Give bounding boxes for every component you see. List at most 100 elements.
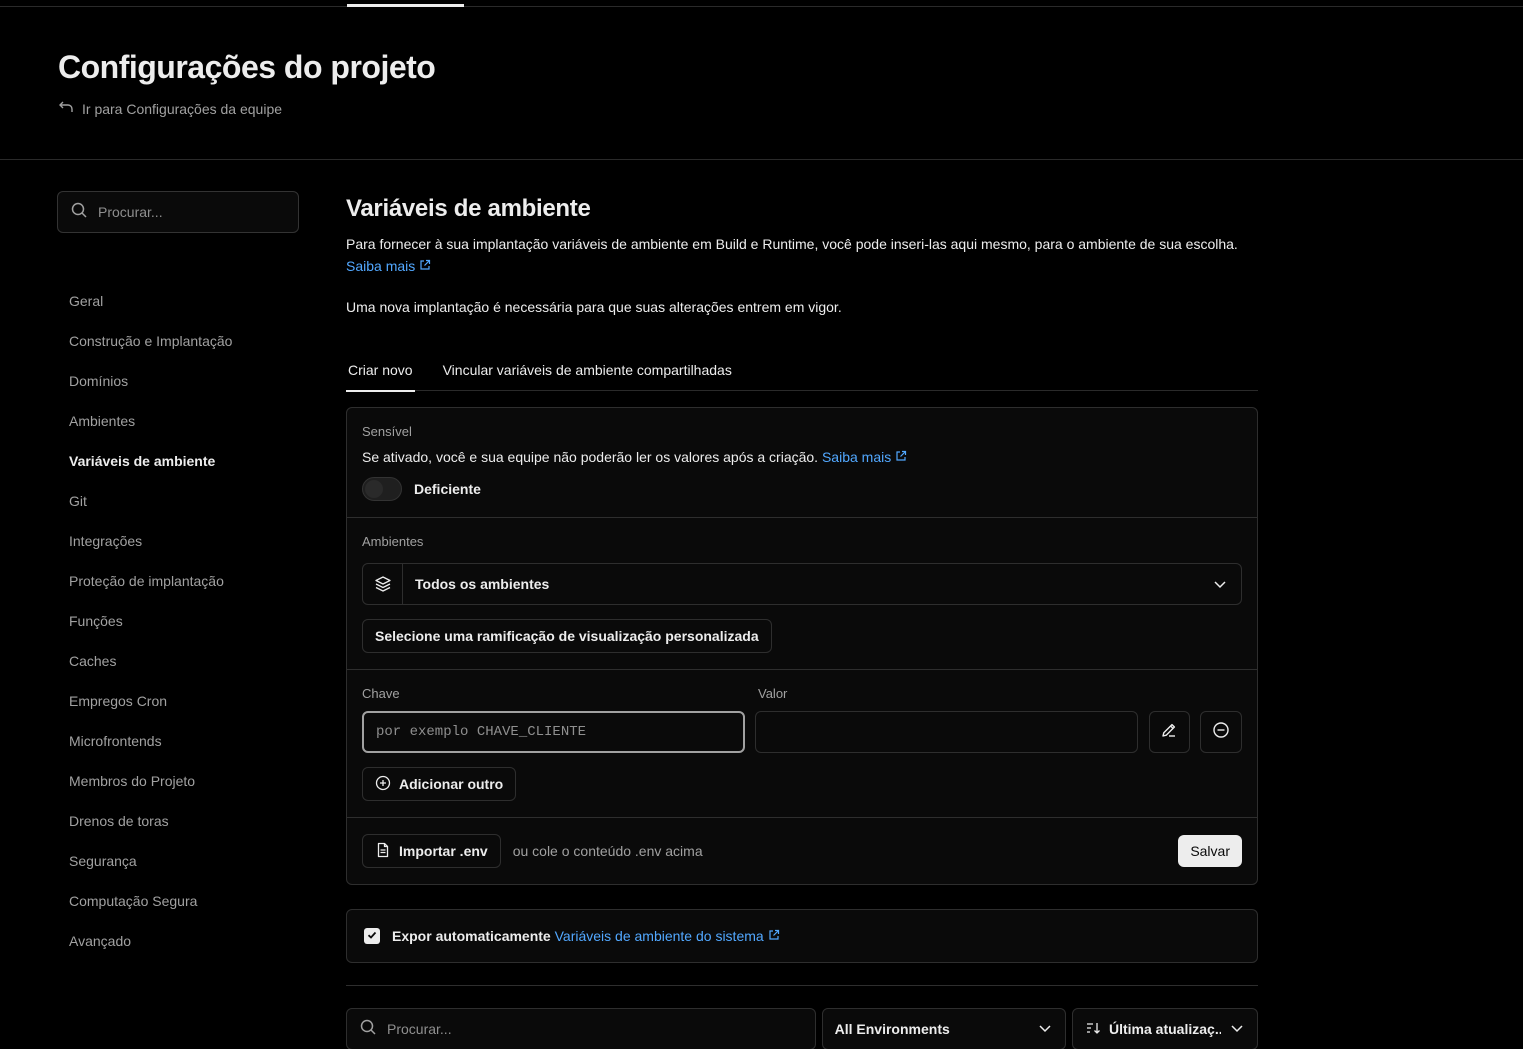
- sensitive-description-text: Se ativado, você e sua equipe não poderã…: [362, 449, 819, 465]
- custom-branch-button[interactable]: Selecione uma ramificação de visualizaçã…: [362, 619, 772, 653]
- sort-value: Última atualizaç...: [1109, 1021, 1221, 1037]
- external-link-icon: [895, 449, 907, 465]
- sidebar-item-log-drains[interactable]: Drenos de toras: [57, 801, 299, 841]
- back-arrow-icon: [58, 99, 74, 118]
- sidebar-item-env-variables[interactable]: Variáveis de ambiente: [57, 441, 299, 481]
- expose-checkbox[interactable]: [364, 928, 380, 944]
- search-icon: [359, 1018, 377, 1041]
- sensitive-label: Sensível: [362, 424, 412, 439]
- sidebar-item-security[interactable]: Segurança: [57, 841, 299, 881]
- team-settings-link-label: Ir para Configurações da equipe: [82, 100, 283, 117]
- sensitive-section: Sensível Se ativado, você e sua equipe n…: [347, 408, 1257, 518]
- sensitive-description: Se ativado, você e sua equipe não poderã…: [362, 449, 1242, 465]
- system-vars-link[interactable]: Variáveis de ambiente do sistema: [555, 928, 780, 944]
- external-link-icon: [419, 255, 431, 277]
- key-input[interactable]: [362, 711, 746, 753]
- card-footer: Importar .env ou cole o conteúdo .env ac…: [347, 818, 1257, 884]
- environments-select[interactable]: Todos os ambientes: [362, 563, 1242, 605]
- add-another-label: Adicionar outro: [399, 776, 504, 792]
- sidebar-item-advanced[interactable]: Avançado: [57, 921, 299, 961]
- sidebar-item-environments[interactable]: Ambientes: [57, 401, 299, 441]
- sidebar-search-input[interactable]: [98, 204, 278, 220]
- kv-labels: Chave Valor: [362, 686, 1242, 701]
- team-settings-link[interactable]: Ir para Configurações da equipe: [58, 99, 282, 118]
- section-description: Para fornecer à sua implantação variávei…: [346, 233, 1258, 277]
- learn-more-label: Saiba mais: [346, 258, 416, 274]
- sort-icon: [1085, 1020, 1101, 1039]
- sort-select[interactable]: Última atualizaç...: [1072, 1008, 1258, 1049]
- expose-system-vars-row: Expor automaticamente Variáveis de ambie…: [346, 909, 1258, 963]
- chevron-down-icon: [1037, 1020, 1053, 1039]
- add-another-button[interactable]: Adicionar outro: [362, 767, 517, 801]
- create-env-card: Sensível Se ativado, você e sua equipe n…: [346, 407, 1258, 885]
- sort-left: Última atualizaç...: [1085, 1020, 1221, 1039]
- redeploy-note: Uma nova implantação é necessária para q…: [346, 299, 842, 315]
- sidebar-item-build-deploy[interactable]: Construção e Implantação: [57, 321, 299, 361]
- chevron-down-icon: [1229, 1020, 1245, 1039]
- file-icon: [375, 842, 391, 861]
- system-vars-link-label: Variáveis de ambiente do sistema: [554, 928, 764, 944]
- sidebar-search[interactable]: [57, 191, 299, 233]
- sidebar-item-cron-jobs[interactable]: Empregos Cron: [57, 681, 299, 721]
- sidebar-item-deployment-protection[interactable]: Proteção de implantação: [57, 561, 299, 601]
- sidebar-item-functions[interactable]: Funções: [57, 601, 299, 641]
- plus-circle-icon: [375, 775, 391, 794]
- value-label: Valor: [758, 686, 788, 701]
- environments-label: Ambientes: [362, 534, 424, 549]
- page-header: Configurações do projeto Ir para Configu…: [0, 7, 1523, 160]
- key-label: Chave: [362, 686, 400, 701]
- key-value-section: Chave Valor Adicionar outro: [347, 670, 1257, 818]
- sensitive-learn-more-label: Saiba mais: [821, 449, 892, 465]
- env-search[interactable]: [346, 1008, 816, 1049]
- settings-sidebar: Geral Construção e Implantação Domínios …: [57, 191, 299, 961]
- remove-row-button[interactable]: [1200, 711, 1242, 753]
- sidebar-nav: Geral Construção e Implantação Domínios …: [57, 281, 299, 961]
- save-button[interactable]: Salvar: [1178, 835, 1242, 867]
- footer-left: Importar .env ou cole o conteúdo .env ac…: [362, 834, 703, 868]
- edit-button[interactable]: [1148, 711, 1191, 753]
- section-title: Variáveis de ambiente: [346, 195, 591, 222]
- environment-filter-value: All Environments: [834, 1021, 950, 1037]
- environments-selected-value: Todos os ambientes: [415, 576, 550, 592]
- chevron-down-icon: [1199, 576, 1241, 592]
- add-row-container: Adicionar outro: [362, 767, 1242, 801]
- expose-label: Expor automaticamente: [392, 928, 551, 944]
- layers-icon: [363, 564, 403, 604]
- external-link-icon: [768, 928, 780, 944]
- sidebar-item-domains[interactable]: Domínios: [57, 361, 299, 401]
- sensitive-toggle-label: Deficiente: [414, 481, 481, 497]
- minus-circle-icon: [1212, 721, 1230, 744]
- tab-create-new[interactable]: Criar novo: [346, 349, 415, 392]
- sidebar-item-integrations[interactable]: Integrações: [57, 521, 299, 561]
- sidebar-item-project-members[interactable]: Membros do Projeto: [57, 761, 299, 801]
- main-content: Variáveis de ambiente Para fornecer à su…: [346, 195, 1258, 1049]
- sensitive-toggle[interactable]: [362, 477, 402, 501]
- value-input[interactable]: [755, 711, 1138, 753]
- learn-more-link[interactable]: Saiba mais: [346, 255, 431, 277]
- check-icon: [366, 928, 378, 944]
- page-title: Configurações do projeto: [58, 49, 436, 85]
- pencil-icon: [1160, 721, 1178, 744]
- tab-link-shared[interactable]: Vincular variáveis de ambiente compartil…: [441, 349, 734, 391]
- import-env-button[interactable]: Importar .env: [362, 834, 501, 868]
- import-env-label: Importar .env: [399, 843, 488, 859]
- env-list-filters: All Environments Última atualizaç...: [346, 1008, 1258, 1049]
- sidebar-item-secure-compute[interactable]: Computação Segura: [57, 881, 299, 921]
- sensitive-learn-more-link[interactable]: Saiba mais: [822, 449, 907, 465]
- env-search-input[interactable]: [387, 1021, 787, 1037]
- paste-hint: ou cole o conteúdo .env acima: [512, 843, 703, 859]
- expose-text: Expor automaticamente Variáveis de ambie…: [392, 928, 780, 944]
- section-divider: [346, 985, 1258, 986]
- sidebar-item-git[interactable]: Git: [57, 481, 299, 521]
- toggle-knob: [365, 480, 383, 498]
- sidebar-item-geral[interactable]: Geral: [57, 281, 299, 321]
- footer-row: Importar .env ou cole o conteúdo .env ac…: [362, 834, 1242, 868]
- sidebar-item-caches[interactable]: Caches: [57, 641, 299, 681]
- environments-section: Ambientes Todos os ambientes Selecione u…: [347, 518, 1257, 670]
- kv-row: [362, 711, 1242, 753]
- environment-filter-select[interactable]: All Environments: [821, 1008, 1066, 1049]
- search-icon: [70, 201, 88, 224]
- tab-bar: Criar novo Vincular variáveis de ambient…: [346, 349, 1258, 392]
- sensitive-toggle-row: Deficiente: [362, 477, 1242, 501]
- sidebar-item-microfrontends[interactable]: Microfrontends: [57, 721, 299, 761]
